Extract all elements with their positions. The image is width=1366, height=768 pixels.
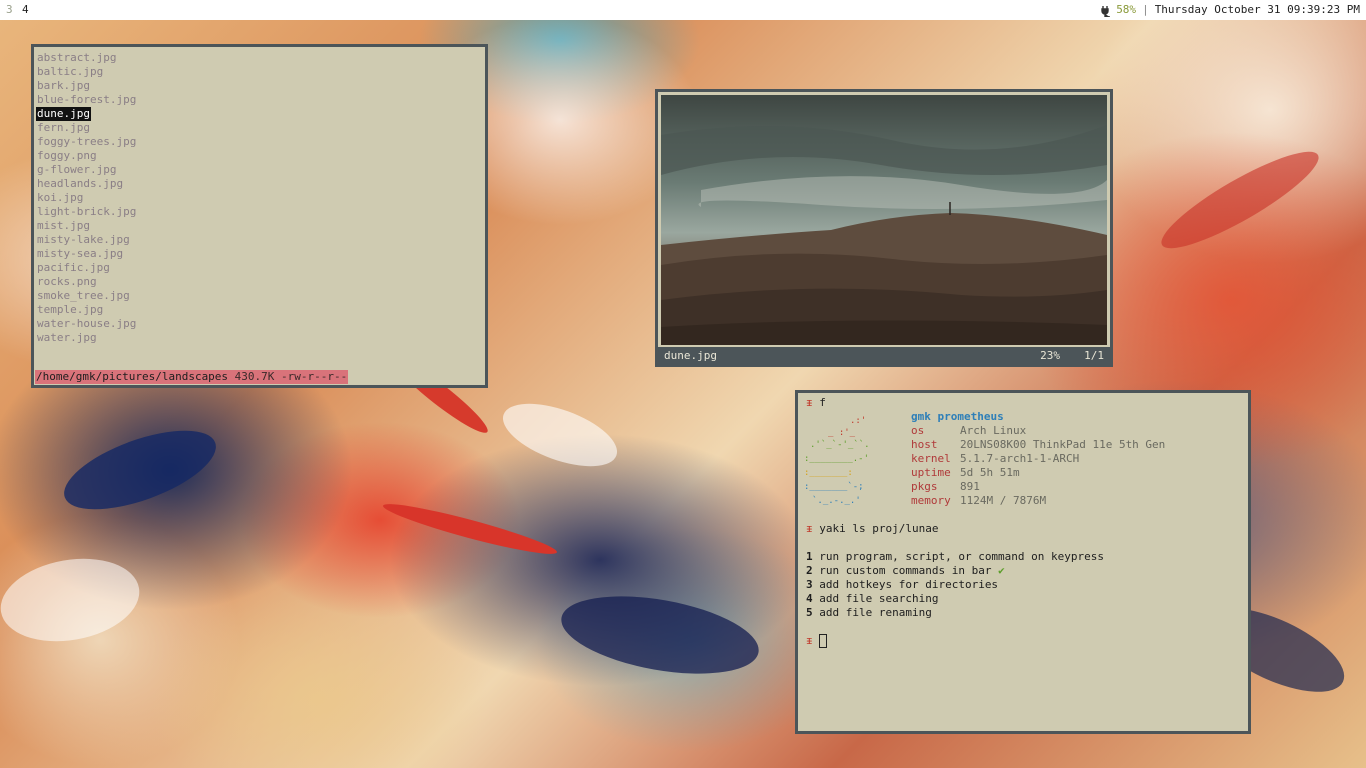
file-list-item[interactable]: koi.jpg — [36, 191, 84, 205]
info-value: 891 — [960, 480, 980, 493]
todo-number: 2 — [806, 564, 813, 577]
command-text: f — [819, 396, 826, 409]
prompt-glyph: ᵻ — [806, 396, 813, 409]
file-list-item[interactable]: blue-forest.jpg — [36, 93, 137, 107]
ascii-art-logo: .:' _ :'_ .'`_`-'_``. :________.-' :____… — [804, 413, 894, 506]
info-value: Arch Linux — [960, 424, 1027, 437]
file-list-item[interactable]: bark.jpg — [36, 79, 91, 93]
info-key: memory — [911, 494, 951, 507]
image-viewer-window[interactable]: dune.jpg 23% 1/1 — [655, 89, 1113, 367]
wallpaper-streak — [555, 583, 765, 687]
info-key: os — [911, 424, 925, 437]
wallpaper-streak — [0, 548, 146, 652]
workspace-4[interactable]: 4 — [22, 0, 29, 20]
todo-item: 1 run program, script, or command on key… — [806, 550, 1104, 564]
todo-text: add file renaming — [819, 606, 932, 619]
file-list-item[interactable]: mist.jpg — [36, 219, 91, 233]
file-list-item[interactable]: smoke_tree.jpg — [36, 289, 131, 303]
svg-text::_______`-;: :_______`-; — [804, 481, 864, 492]
info-value: 5.1.7-arch1-1-ARCH — [960, 452, 1080, 465]
todo-text: run custom commands in bar — [819, 564, 992, 577]
prompt-glyph: ᵻ — [806, 522, 813, 535]
file-list-item[interactable]: foggy.png — [36, 149, 98, 163]
wallpaper-streak — [54, 414, 226, 526]
clock: Thursday October 31 09:39:23 PM — [1154, 3, 1360, 16]
prompt-line-1: ᵻ f — [806, 396, 826, 410]
prompt-line-3[interactable]: ᵻ — [806, 634, 828, 648]
prompt-line-2: ᵻ yaki ls proj/lunae — [806, 522, 938, 536]
wallpaper-streak — [1152, 137, 1328, 263]
viewer-image — [661, 95, 1107, 345]
info-value: 1124M / 7876M — [960, 494, 1047, 507]
file-list-item[interactable]: light-brick.jpg — [36, 205, 137, 219]
todo-item: 2 run custom commands in bar ✔ — [806, 564, 1005, 578]
power-plug-icon — [1100, 4, 1112, 18]
checkmark-icon: ✔ — [998, 564, 1005, 577]
wallpaper-streak — [380, 497, 560, 561]
viewer-filename: dune.jpg — [664, 349, 717, 362]
svg-text::________.-': :________.-' — [804, 454, 869, 464]
command-text: yaki ls proj/lunae — [819, 522, 939, 535]
status-bar: 3 4 58% | Thursday October 31 09:39:23 P… — [0, 0, 1366, 20]
file-list-item[interactable]: water.jpg — [36, 331, 98, 345]
info-value: 20LNS08K00 ThinkPad 11e 5th Gen — [960, 438, 1166, 451]
file-list-item[interactable]: misty-lake.jpg — [36, 233, 131, 247]
todo-number: 1 — [806, 550, 813, 563]
user-host: gmk prometheus — [911, 410, 1004, 423]
svg-text::_______:: :_______: — [804, 468, 853, 478]
status-path: /home/gmk/pictures/landscapes — [36, 370, 229, 383]
file-list-item[interactable]: water-house.jpg — [36, 317, 137, 331]
info-key: uptime — [911, 466, 951, 479]
todo-number: 4 — [806, 592, 813, 605]
todo-item: 3 add hotkeys for directories — [806, 578, 998, 592]
file-list-item[interactable]: headlands.jpg — [36, 177, 124, 191]
svg-text:.'`_`-'_``.: .'`_`-'_``. — [810, 439, 870, 450]
file-list-item[interactable]: pacific.jpg — [36, 261, 111, 275]
wallpaper-streak — [495, 390, 625, 480]
viewer-zoom: 23% — [1040, 349, 1060, 362]
svg-text:_ :'_: _ :'_ — [828, 428, 856, 438]
todo-text: add hotkeys for directories — [819, 578, 999, 591]
todo-text: add file searching — [819, 592, 939, 605]
file-list-item[interactable]: dune.jpg — [36, 107, 91, 121]
svg-text:`._.-._.': `._.-._.' — [812, 495, 861, 505]
file-list-item[interactable]: fern.jpg — [36, 121, 91, 135]
file-list-item[interactable]: g-flower.jpg — [36, 163, 117, 177]
landscape-image — [661, 95, 1107, 345]
todo-item: 5 add file renaming — [806, 606, 932, 620]
bar-right-section: 58% | Thursday October 31 09:39:23 PM — [1100, 0, 1360, 20]
file-manager-window[interactable]: abstract.jpg baltic.jpg bark.jpg blue-fores… — [31, 44, 488, 388]
file-list-item[interactable]: rocks.png — [36, 275, 98, 289]
info-key: kernel — [911, 452, 951, 465]
workspace-3[interactable]: 3 — [6, 0, 13, 20]
prompt-glyph: ᵻ — [806, 634, 813, 647]
status-file-info: 430.7K -rw-r--r-- — [228, 370, 348, 383]
info-key: host — [911, 438, 938, 451]
bar-separator: | — [1142, 3, 1149, 16]
todo-item: 4 add file searching — [806, 592, 938, 606]
svg-text:.:': .:' — [850, 416, 866, 426]
todo-number: 3 — [806, 578, 813, 591]
info-value: 5d 5h 51m — [960, 466, 1020, 479]
terminal-window[interactable]: ᵻ f .:' _ :'_ .'`_`-'_``. :________.-' :… — [795, 390, 1251, 734]
battery-percent: 58% — [1116, 3, 1137, 16]
file-list-item[interactable]: foggy-trees.jpg — [36, 135, 137, 149]
todo-text: run program, script, or command on keypr… — [819, 550, 1105, 563]
viewer-count: 1/1 — [1084, 349, 1104, 362]
info-key: pkgs — [911, 480, 938, 493]
file-list-item[interactable]: abstract.jpg — [36, 51, 117, 65]
text-cursor — [819, 634, 828, 648]
file-list-item[interactable]: baltic.jpg — [36, 65, 104, 79]
file-list-item[interactable]: misty-sea.jpg — [36, 247, 124, 261]
todo-number: 5 — [806, 606, 813, 619]
viewer-status-bar: dune.jpg 23% 1/1 — [658, 347, 1110, 364]
file-status-line: /home/gmk/pictures/landscapes 430.7K -rw… — [35, 370, 349, 384]
file-list-item[interactable]: temple.jpg — [36, 303, 104, 317]
